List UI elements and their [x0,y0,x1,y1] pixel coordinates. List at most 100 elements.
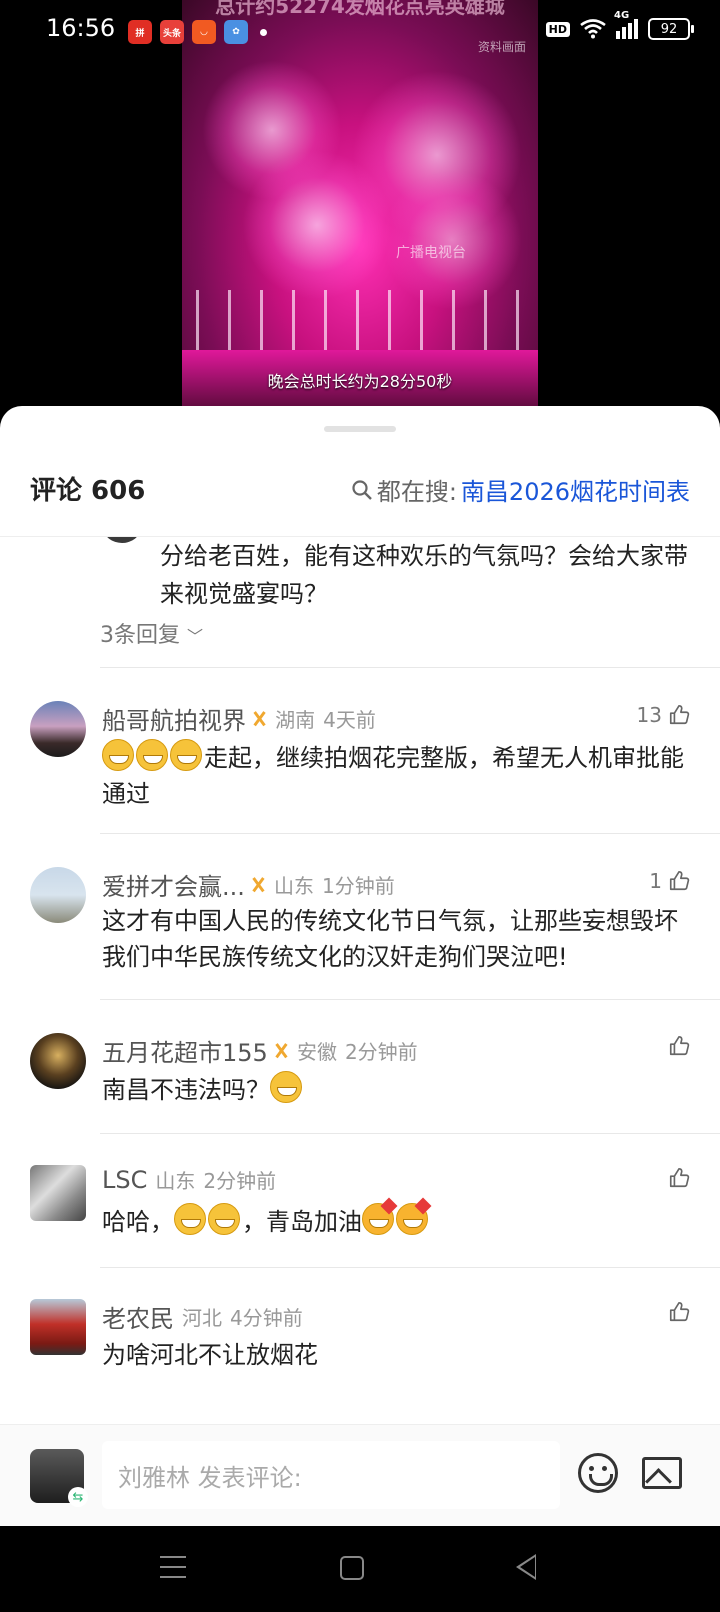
fan-badge-icon: 𐌢 [273,1038,289,1063]
cellular-signal-icon: 4G [614,10,638,39]
home-icon[interactable] [340,1556,364,1580]
party-emoji-icon [362,1203,394,1235]
hd-icon: HD [545,21,570,37]
battery-level: 92 [660,21,678,37]
trending-prefix: 都在搜: [376,478,457,506]
thumbs-up-icon [669,1302,690,1322]
location: 河北 [182,1306,222,1330]
status-time: 16:56 [46,14,116,42]
thumbs-up-icon [669,1168,690,1188]
comment-body: ，青岛加油 [242,1208,362,1236]
avatar[interactable] [30,701,86,757]
photos-icon: ✿ [224,20,248,44]
comment-input-bar: 刘雅林 发表评论: [0,1424,720,1527]
username[interactable]: 老农民 [102,1299,174,1334]
comment-count-title: 评论 606 [30,476,146,506]
battery-icon: 92 [648,18,694,40]
view-replies-button[interactable]: 3条回复 ﹀ [100,617,203,649]
more-notifications-dot [260,28,267,36]
username[interactable]: 五月花超市155 [102,1033,268,1068]
username[interactable]: 船哥航拍视界 [102,701,246,736]
timestamp: 4分钟前 [230,1306,303,1330]
divider [100,833,720,834]
grin-emoji-icon [174,1203,206,1235]
network-type: 4G [614,10,630,21]
thumbs-up-icon [669,1036,690,1056]
system-nav-bar [0,1526,720,1612]
avatar[interactable] [30,867,86,923]
like-count: 13 [636,703,662,727]
avatar[interactable] [30,1165,86,1221]
divider [100,1267,720,1268]
comment-input-placeholder: 刘雅林 发表评论: [118,1463,302,1492]
comment-meta: 五月花超市155 𐌢 安徽 2分钟前 [102,1033,418,1068]
grin-emoji-icon [102,739,134,771]
fan-badge-icon: 𐌢 [250,872,267,897]
comment-text: 哈哈， ，青岛加油 [102,1203,692,1240]
comment-meta: LSC 山东 2分钟前 [102,1165,276,1194]
search-icon [352,479,372,500]
video-channel-watermark: 广播电视台 [396,245,466,261]
thumbs-up-icon [669,705,690,725]
notification-icons: 拼 头条 ◡ ✿ [128,20,267,44]
timestamp: 2分钟前 [203,1169,277,1193]
wifi-icon [580,19,606,39]
chevron-down-icon: ﹀ [187,627,204,646]
back-icon[interactable] [516,1554,536,1580]
comment-meta: 老农民 河北 4分钟前 [102,1299,303,1334]
status-right: HD 4G 92 [545,10,694,40]
avatar[interactable] [30,1299,86,1355]
like-button[interactable]: 1 [649,869,690,893]
timestamp: 4天前 [323,708,376,732]
fan-badge-icon: 𐌢 [252,706,268,731]
comment-input[interactable]: 刘雅林 发表评论: [102,1441,560,1509]
comment-meta: 船哥航拍视界 𐌢 湖南 4天前 [102,701,376,736]
current-user-avatar[interactable] [30,1449,88,1507]
status-bar: 16:56 拼 头条 ◡ ✿ HD 4G 92 [0,0,720,64]
avatar[interactable] [30,1033,86,1089]
like-button[interactable] [668,1301,690,1323]
party-emoji-icon [396,1203,428,1235]
grin-emoji-icon [208,1203,240,1235]
grin-emoji-icon [136,739,168,771]
recent-apps-icon[interactable] [160,1556,186,1578]
timestamp: 1分钟前 [322,874,395,898]
firework-burst [382,170,522,310]
like-button[interactable] [668,1167,690,1189]
timestamp: 2分钟前 [344,1040,418,1064]
location: 湖南 [275,708,316,732]
image-picker-icon[interactable] [642,1457,682,1489]
trending-search[interactable]: 都在搜: 南昌2026烟花时间表 [351,472,690,507]
comment-list[interactable]: 分给老百姓，能有这种欢乐的气氛吗？会给大家带来视觉盛宴吗？ 3条回复 ﹀ 船哥航… [0,537,720,1394]
location: 山东 [155,1169,196,1193]
avatar[interactable] [104,537,140,543]
comment-text: 分给老百姓，能有这种欢乐的气氛吗？会给大家带来视觉盛宴吗？ [160,542,688,608]
comment-text: 走起，继续拍烟花完整版，希望无人机审批能通过 [102,739,692,812]
comment-body: 南昌不违法吗？ [102,1076,270,1104]
comment-sheet: 评论 606 都在搜: 南昌2026烟花时间表 分给老百姓，能有这种欢乐的气氛吗… [0,406,720,1526]
like-button[interactable] [668,1035,690,1057]
comment-meta: 爱拼才会赢... 𐌢 山东 1分钟前 [102,867,395,902]
replies-label: 3条回复 [100,623,180,648]
trending-term-link[interactable]: 南昌2026烟花时间表 [461,472,690,507]
like-count: 1 [649,869,662,893]
username[interactable]: LSC [102,1166,147,1194]
drag-handle[interactable] [324,426,396,432]
video-subtitle: 晚会总时长约为28分50秒 [267,372,453,391]
firework-burst [242,150,392,300]
comment-header: 评论 606 都在搜: 南昌2026烟花时间表 [0,464,720,520]
grin-emoji-icon [270,1071,302,1103]
grin-emoji-icon [170,739,202,771]
comment-text: 为啥河北不让放烟花 [102,1341,318,1369]
like-button[interactable]: 13 [637,703,690,727]
username[interactable]: 爱拼才会赢... [102,867,245,902]
meituan-icon: ◡ [192,20,216,44]
thumbs-up-icon [669,871,690,891]
comment-body: 哈哈， [102,1208,174,1236]
divider [100,999,720,1000]
location: 安徽 [296,1040,337,1064]
divider [100,1133,720,1134]
emoji-picker-icon[interactable] [578,1453,618,1493]
divider [100,667,720,668]
toutiao-icon: 头条 [160,20,184,44]
